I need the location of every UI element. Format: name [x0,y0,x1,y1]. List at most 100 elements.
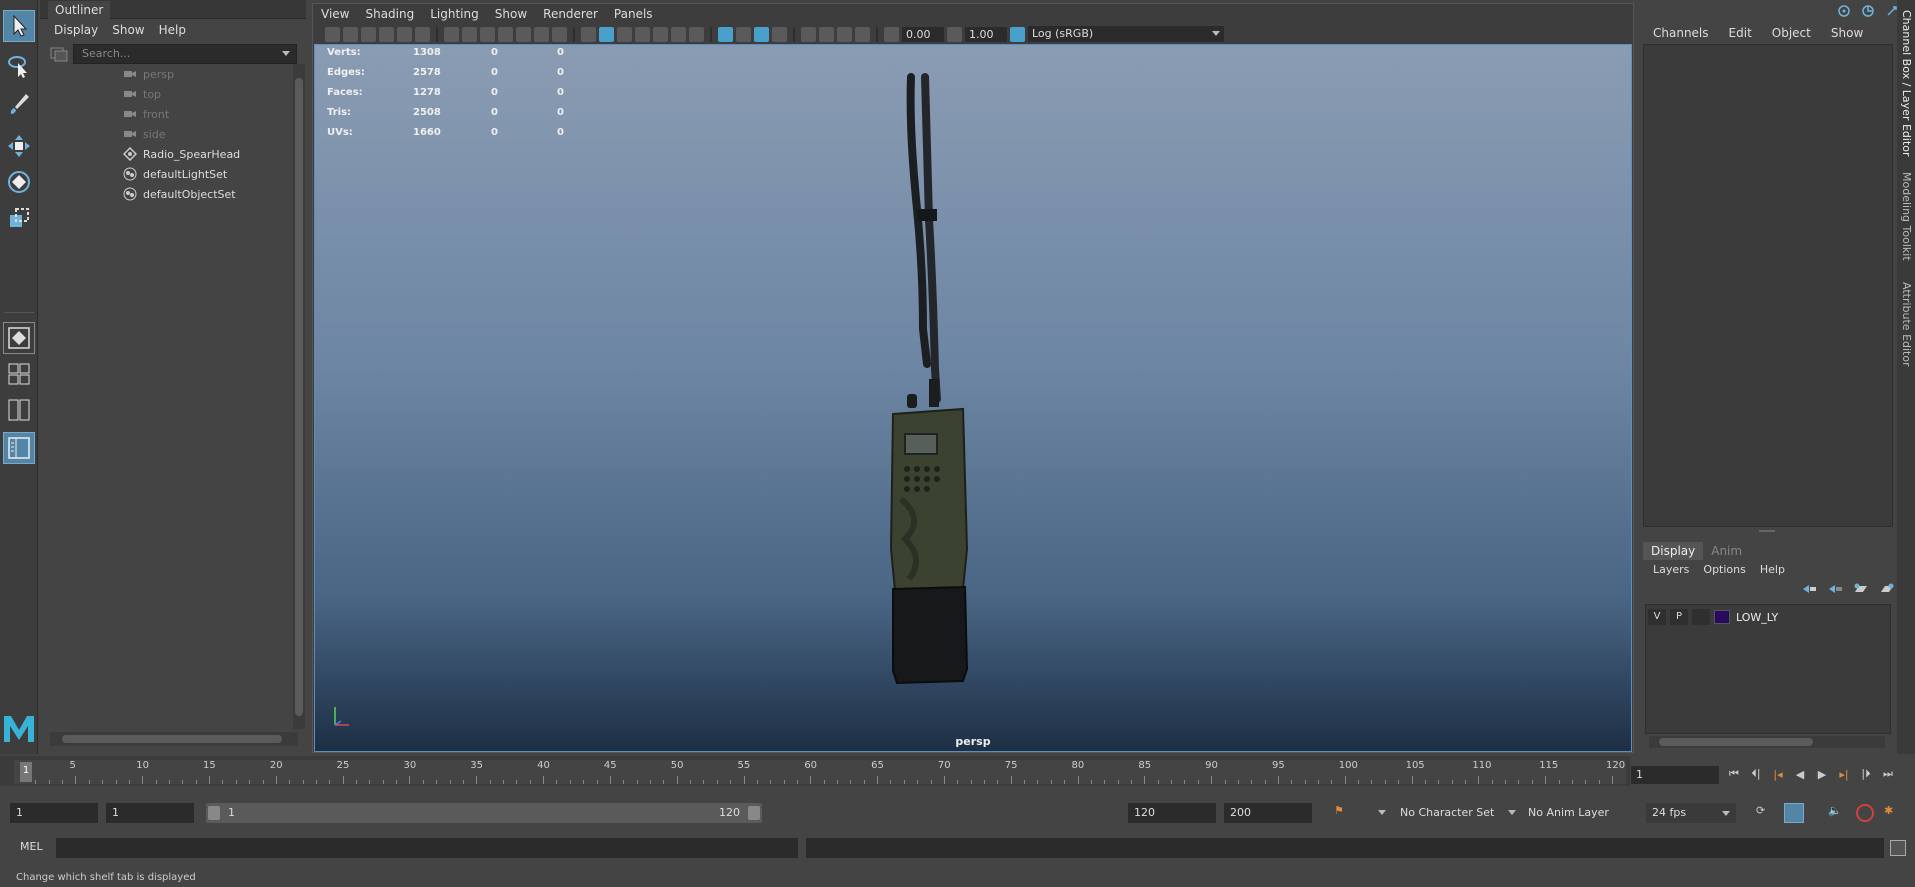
move-tool-button[interactable] [3,130,35,162]
timeline-ruler[interactable]: 1 5 10 15 20 25 30 35 40 45 50 55 60 65 70 75 80 85 90 95 1… [14,760,1626,784]
menu-channels[interactable]: Channels [1653,26,1709,40]
move-layer-down-icon[interactable] [1827,582,1843,596]
animation-end-field[interactable]: 200 [1224,803,1312,823]
resolution-gate-icon[interactable] [480,26,495,42]
xray-components-icon[interactable] [855,26,870,42]
single-view-layout-button[interactable] [3,322,35,354]
go-to-end-icon[interactable]: ⏭ [1880,766,1896,782]
channel-box-area[interactable] [1643,44,1893,527]
tab-outliner[interactable]: Outliner [48,1,111,19]
time-slider[interactable]: 1 5 10 15 20 25 30 35 40 45 50 55 60 65 70 75 80 85 90 95 1… [0,756,1630,786]
layer-row[interactable]: V P LOW_LY [1648,607,1888,627]
layer-playback-toggle[interactable]: P [1670,609,1688,625]
anti-aliasing-icon[interactable] [754,26,769,42]
menu-edit[interactable]: Edit [1729,26,1752,40]
screen-space-ao-icon[interactable] [718,26,733,42]
menu-object[interactable]: Object [1772,26,1811,40]
tab-attribute-editor[interactable]: Attribute Editor [1899,282,1913,367]
depth-of-field-icon[interactable] [772,26,787,42]
wireframe-icon[interactable] [581,26,596,42]
tab-channel-box-layer-editor[interactable]: Channel Box / Layer Editor [1899,10,1913,157]
3d-viewport[interactable]: Verts: 1308 0 0 Edges: 2578 0 0 Faces: 1… [314,44,1632,752]
paint-select-tool-button[interactable] [3,88,35,120]
playback-end-field[interactable]: 120 [1128,803,1216,823]
anim-layer-select[interactable]: No Anim Layer [1528,803,1628,823]
chevron-down-icon[interactable] [1508,810,1516,815]
safe-action-icon[interactable] [534,26,549,42]
layer-visibility-toggle[interactable]: V [1648,609,1666,625]
use-all-lights-icon[interactable] [671,26,686,42]
exposure-icon[interactable] [884,26,899,42]
script-language-label[interactable]: MEL [20,840,43,853]
new-layer-selected-icon[interactable] [1879,582,1895,596]
scroll-thumb[interactable] [295,78,303,716]
go-to-start-icon[interactable]: ⏮ [1726,766,1742,782]
chevron-down-icon[interactable] [1378,810,1386,815]
film-gate-icon[interactable] [462,26,477,42]
menu-display[interactable]: Display [54,23,98,37]
current-frame-marker[interactable]: 1 [20,762,32,782]
step-back-frame-icon[interactable]: ⏴| [1748,766,1764,782]
layer-color-swatch[interactable] [1714,610,1730,624]
wireframe-on-shaded-icon[interactable] [635,26,650,42]
gamma-field[interactable]: 1.00 [965,26,1007,42]
xray-icon[interactable] [819,26,834,42]
image-plane-icon[interactable] [379,26,394,42]
menu-shading[interactable]: Shading [365,7,414,21]
select-tool-button[interactable] [3,10,35,42]
playback-start-field[interactable]: 1 [106,803,194,823]
scroll-thumb[interactable] [62,735,282,743]
tree-item-radio-spearhead[interactable]: Radio_SpearHead [123,145,240,163]
tree-item-top[interactable]: top [123,85,161,103]
menu-panels[interactable]: Panels [614,7,653,21]
step-back-key-icon[interactable]: |◂ [1770,766,1786,782]
four-view-layout-button[interactable] [3,358,35,390]
gate-mask-icon[interactable] [498,26,513,42]
tab-anim[interactable]: Anim [1703,542,1750,560]
outliner-layout-button[interactable] [3,432,35,464]
range-slider[interactable]: 1 120 [206,803,762,823]
tree-item-front[interactable]: front [123,105,169,123]
sound-icon[interactable]: 🔈 [1828,804,1842,817]
character-set-select[interactable]: No Character Set [1400,803,1500,823]
new-empty-layer-icon[interactable] [1853,582,1869,596]
camera-attributes-icon[interactable] [343,26,358,42]
default-material-icon[interactable] [617,26,632,42]
settings-icon[interactable]: ✱ [1884,804,1893,817]
stop-timer-icon[interactable] [1856,804,1874,822]
fps-select[interactable]: 24 fps [1646,803,1736,823]
tree-item-default-object-set[interactable]: defaultObjectSet [123,185,236,203]
manipulator-icon[interactable] [1861,4,1875,18]
grid-icon[interactable] [444,26,459,42]
script-editor-icon[interactable] [1890,840,1906,856]
radio-model[interactable] [865,69,985,749]
select-camera-icon[interactable] [325,26,340,42]
menu-show[interactable]: Show [495,7,527,21]
tree-item-default-light-set[interactable]: defaultLightSet [123,165,227,183]
triad-icon[interactable] [1837,4,1851,18]
play-forwards-icon[interactable]: ▶ [1814,766,1830,782]
play-backwards-icon[interactable]: ◀ [1792,766,1808,782]
view-transform-select[interactable]: Log (sRGB) [1028,26,1224,42]
motion-blur-icon[interactable] [736,26,751,42]
two-view-layout-button[interactable] [3,394,35,426]
exposure-field[interactable]: 0.00 [902,26,944,42]
menu-options[interactable]: Options [1703,563,1745,576]
move-layer-up-icon[interactable] [1801,582,1817,596]
field-chart-icon[interactable] [516,26,531,42]
range-handle-start[interactable] [208,806,220,820]
filter-icon[interactable] [50,46,68,62]
smooth-shade-icon[interactable] [599,26,614,42]
scroll-thumb[interactable] [1659,738,1813,746]
xray-joints-icon[interactable] [837,26,852,42]
layer-list[interactable]: V P LOW_LY [1645,604,1891,734]
current-frame-field[interactable]: 1 [1631,766,1719,784]
step-forward-frame-icon[interactable]: |⏵ [1858,766,1874,782]
lasso-tool-button[interactable] [3,50,35,82]
isolate-select-icon[interactable] [801,26,816,42]
menu-renderer[interactable]: Renderer [543,7,598,21]
tab-modeling-toolkit[interactable]: Modeling Toolkit [1899,172,1913,261]
menu-view[interactable]: View [321,7,349,21]
loop-icon[interactable]: ⟳ [1756,804,1765,817]
chevron-down-icon[interactable] [282,51,290,56]
